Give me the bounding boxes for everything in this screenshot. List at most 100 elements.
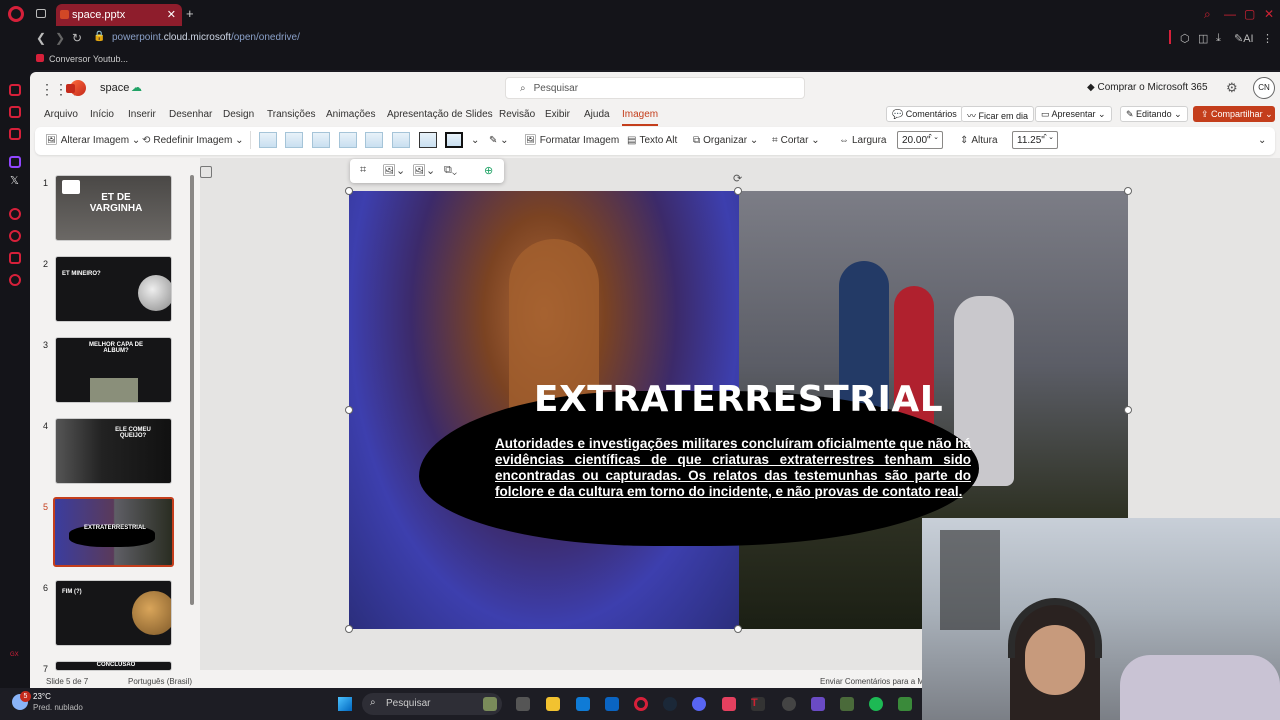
close-tab-icon[interactable]: ✕	[167, 8, 176, 21]
sidebar-gx-icon[interactable]: GX	[10, 652, 19, 658]
snapshot-icon[interactable]: ◫	[1198, 32, 1208, 45]
resize-handle[interactable]	[1124, 406, 1132, 414]
resize-handle[interactable]	[734, 625, 742, 633]
reload-icon[interactable]: ↻	[72, 31, 82, 45]
tab-ajuda[interactable]: Ajuda	[584, 109, 610, 120]
tab-apresentacao[interactable]: Apresentação de Slides	[387, 109, 493, 120]
bookmark-conversor[interactable]: Conversor Youtub...	[36, 54, 128, 64]
spotify-icon[interactable]	[869, 697, 883, 711]
tab-transicoes[interactable]: Transições	[267, 109, 316, 120]
sidebar-aria-icon[interactable]	[9, 84, 21, 96]
slide-thumbnail-3[interactable]: MELHOR CAPA DE ALBUM?	[55, 337, 172, 403]
file-explorer-icon[interactable]	[546, 697, 560, 711]
picture-effects-icon[interactable]: 🖼⌄	[412, 164, 435, 177]
alt-text-button[interactable]: ▤ Texto Alt	[627, 135, 677, 146]
sidebar-player-icon[interactable]	[9, 208, 21, 220]
tab-arquivo[interactable]: Arquivo	[44, 109, 78, 120]
picture-style-5[interactable]	[365, 132, 383, 148]
weather-widget[interactable]: 23°C Pred. nublado	[33, 692, 83, 712]
tab-design[interactable]: Design	[223, 109, 254, 120]
slide-thumbnail-6[interactable]: FIM (?)	[55, 580, 172, 646]
arrange-button[interactable]: ⧉ Organizar ⌄	[693, 135, 758, 146]
opera-logo-icon[interactable]	[8, 6, 24, 22]
picture-style-7[interactable]	[419, 132, 437, 148]
text-app-icon[interactable]: T	[751, 697, 765, 711]
resize-handle[interactable]	[1124, 187, 1132, 195]
new-tab-icon[interactable]: +	[186, 6, 194, 21]
arrange-icon[interactable]: ⧉⌄	[444, 164, 457, 177]
picture-border-button[interactable]: ✎ ⌄	[489, 135, 509, 146]
stream-app-icon[interactable]	[811, 697, 825, 711]
slide-thumbnail-1[interactable]: ET DE VARGINHA	[55, 175, 172, 241]
sidebar-extensions-icon[interactable]	[9, 252, 21, 264]
url-field[interactable]: powerpoint.cloud.microsoft/open/onedrive…	[112, 32, 300, 43]
task-view-icon[interactable]	[516, 697, 530, 711]
slide-thumbnail-5[interactable]: EXTRATERRESTRIAL	[53, 497, 174, 567]
browser-menu-icon[interactable]: ⋮	[1262, 32, 1273, 45]
sidebar-twitch-icon[interactable]	[9, 156, 21, 168]
height-stepper-icon[interactable]: ⌃⌄	[1042, 133, 1054, 141]
resize-handle[interactable]	[734, 187, 742, 195]
crop-button[interactable]: ⌗ Cortar ⌄	[772, 135, 820, 146]
picture-style-6[interactable]	[392, 132, 410, 148]
close-window-icon[interactable]: ✕	[1264, 7, 1274, 21]
game-app-icon[interactable]	[840, 697, 854, 711]
tab-desenhar[interactable]: Desenhar	[169, 109, 212, 120]
tab-animacoes[interactable]: Animações	[326, 109, 375, 120]
language-status[interactable]: Português (Brasil)	[128, 677, 192, 686]
feedback-link[interactable]: Enviar Comentários para a M	[820, 677, 924, 686]
picture-styles-gallery[interactable]	[257, 131, 467, 149]
download-icon[interactable]: ⤓	[1216, 32, 1221, 45]
minecraft-icon[interactable]	[898, 697, 912, 711]
minimize-icon[interactable]: —	[1224, 7, 1236, 21]
share-button[interactable]: ⇪ Compartilhar ⌄	[1193, 106, 1275, 122]
width-stepper-icon[interactable]: ⌃⌄	[927, 133, 939, 141]
reset-image-button[interactable]: ⟲ Redefinir Imagem ⌄	[142, 135, 243, 146]
tab-list-icon[interactable]	[36, 9, 46, 18]
tab-revisao[interactable]: Revisão	[499, 109, 535, 120]
resize-handle[interactable]	[345, 187, 353, 195]
picture-style-8[interactable]	[445, 132, 463, 148]
slide-title[interactable]: EXTRATERRESTRIAL	[349, 379, 1128, 420]
extensions-icon[interactable]: ⬡	[1180, 32, 1190, 45]
rotate-handle-icon[interactable]: ⟳	[733, 172, 742, 185]
opera-gx-icon[interactable]	[634, 697, 648, 711]
resize-handle[interactable]	[345, 625, 353, 633]
comments-button[interactable]: 💬 Comentários	[886, 106, 963, 122]
editing-mode-button[interactable]: ✎ Editando ⌄	[1120, 106, 1188, 122]
slide-thumbnail-4[interactable]: ELE COMEU QUEIJO?	[55, 418, 172, 484]
discord-icon[interactable]	[692, 697, 706, 711]
back-icon[interactable]: ❮	[36, 31, 46, 45]
tab-imagem[interactable]: Imagem	[622, 109, 659, 126]
slide-thumbnail-7[interactable]: CONCLUSÃO	[55, 661, 172, 671]
picture-style-2[interactable]	[285, 132, 303, 148]
tiktok-icon[interactable]	[722, 697, 736, 711]
taskbar-search[interactable]: ⌕ Pesquisar	[362, 693, 502, 715]
outlook-icon[interactable]	[605, 697, 619, 711]
tab-exibir[interactable]: Exibir	[545, 109, 570, 120]
obs-icon[interactable]	[782, 697, 796, 711]
width-input[interactable]: 20.00" ⌃⌄	[897, 131, 943, 149]
change-image-button[interactable]: 🖼 Alterar Imagem ⌄	[45, 135, 140, 146]
slide-body-text[interactable]: Autoridades e investigações militares co…	[495, 436, 971, 500]
catch-up-button[interactable]: 〰 Ficar em dia	[961, 106, 1035, 122]
file-name[interactable]: space	[100, 82, 129, 94]
picture-style-1[interactable]	[259, 132, 277, 148]
gallery-expand-icon[interactable]: ⌄	[471, 135, 479, 146]
picture-style-4[interactable]	[339, 132, 357, 148]
browser-tab[interactable]: space.pptx ✕	[56, 4, 182, 26]
tab-inicio[interactable]: Início	[90, 109, 114, 120]
sidebar-history-icon[interactable]	[9, 230, 21, 242]
tab-inserir[interactable]: Inserir	[128, 109, 156, 120]
picture-style-3[interactable]	[312, 132, 330, 148]
maximize-icon[interactable]: ▢	[1244, 7, 1255, 21]
settings-gear-icon[interactable]: ⚙	[1226, 80, 1238, 96]
sidebar-x-icon[interactable]: 𝕏	[10, 174, 19, 187]
buy-microsoft365-button[interactable]: ◆ Comprar o Microsoft 365	[1087, 82, 1208, 93]
sidebar-instagram-icon[interactable]	[9, 128, 21, 140]
picture-style-icon[interactable]: 🖼⌄	[382, 164, 405, 177]
crop-icon[interactable]: ⌗	[360, 164, 366, 177]
slide-thumbnail-2[interactable]: ET MINEIRO?	[55, 256, 172, 322]
taskbar-app-icon[interactable]	[483, 697, 497, 711]
search-tabs-icon[interactable]: ⌕	[1204, 7, 1211, 22]
